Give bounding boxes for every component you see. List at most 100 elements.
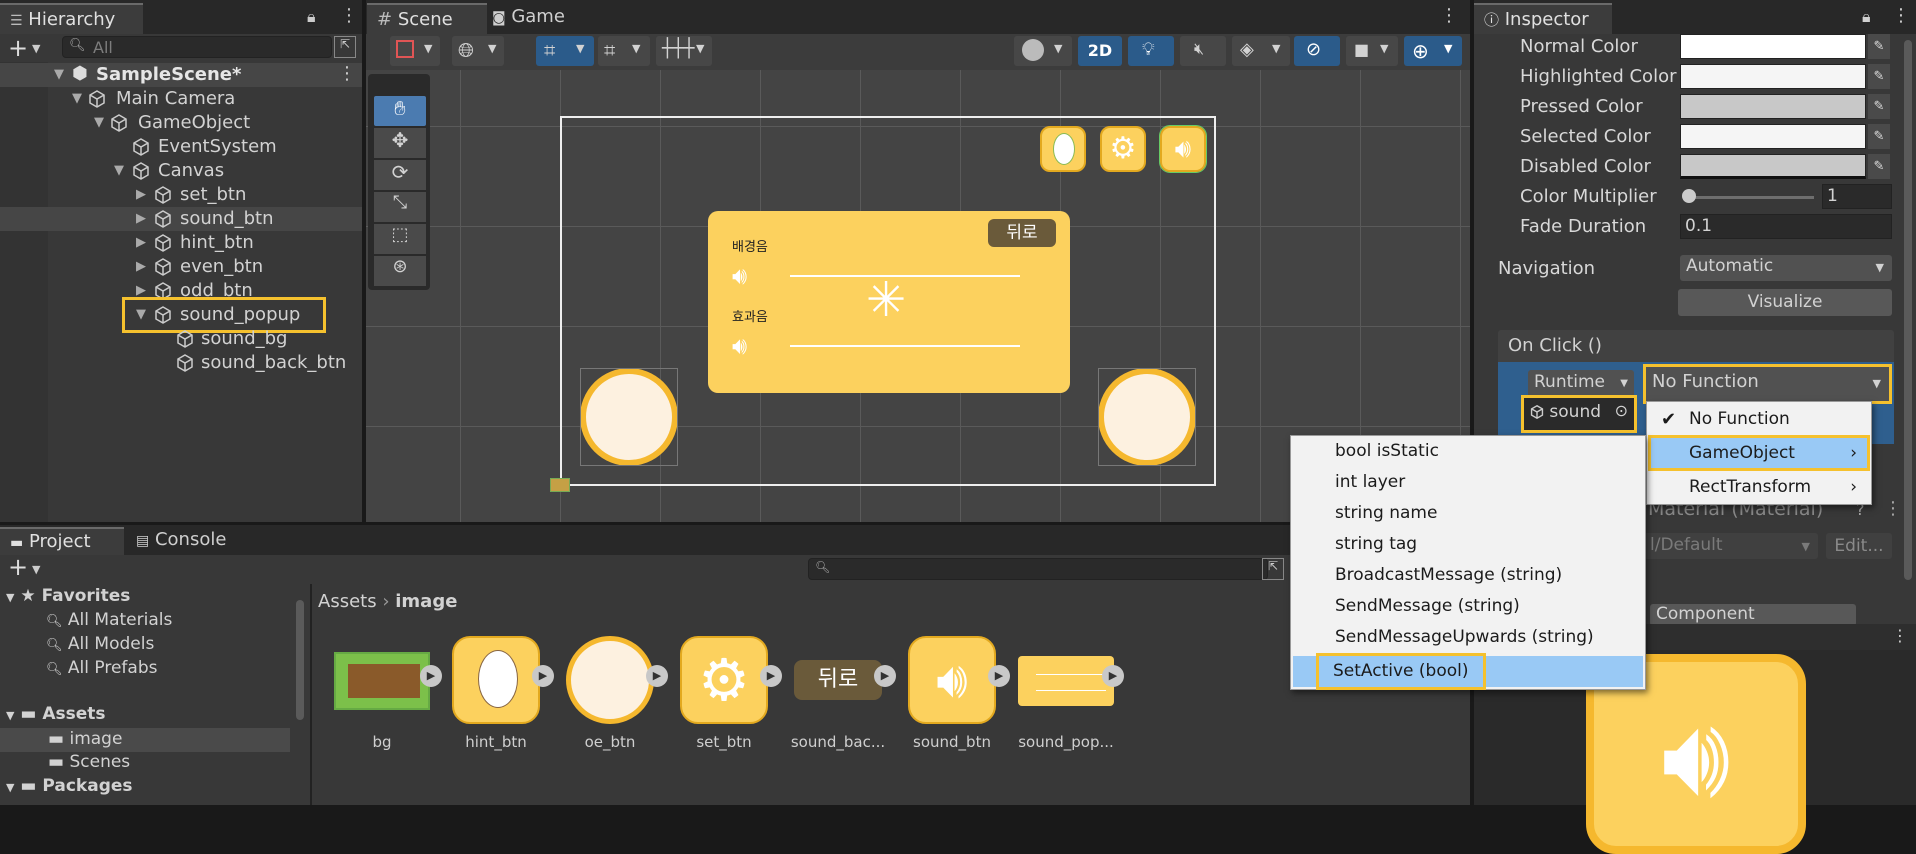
scene-more-icon[interactable]: ⋮ <box>1440 5 1458 26</box>
asset-hint-btn-thumb[interactable] <box>452 636 540 724</box>
2d-toggle-button[interactable]: 2D <box>1078 36 1122 66</box>
breadcrumb-image[interactable]: image <box>395 591 457 612</box>
scene-row[interactable]: ▼ ⬢ SampleScene* ⋮ <box>0 63 362 87</box>
eyedropper-icon[interactable]: ✎ <box>1868 64 1890 89</box>
tree-item-even-btn[interactable]: ▶ even_btn <box>0 255 360 279</box>
pressed-color-field[interactable] <box>1680 94 1866 119</box>
move-tool[interactable]: ✥ <box>374 128 426 158</box>
favorites-header[interactable]: ▼ ★ Favorites <box>6 586 130 606</box>
selected-color-field[interactable] <box>1680 124 1866 149</box>
expand-asset-icon[interactable]: ▶ <box>988 665 1010 687</box>
add-component-button[interactable]: Component <box>1650 604 1856 626</box>
scenes-folder[interactable]: ▬ Scenes <box>48 752 130 772</box>
tree-item-sound-btn[interactable]: ▶ sound_btn <box>0 207 362 231</box>
menu-item-setactive[interactable]: SetActive (bool) <box>1316 653 1486 690</box>
gizmos-button[interactable]: ⊕ ▼ <box>1404 36 1462 66</box>
settings-button-preview[interactable]: ⚙︎ <box>1100 126 1146 172</box>
camera-button[interactable]: ■ ▼ <box>1346 36 1398 66</box>
tree-item-sound-popup[interactable]: ▼ sound_popup <box>0 303 360 327</box>
favorite-item[interactable]: 🔍︎ All Materials <box>46 610 172 630</box>
expand-arrow-icon[interactable]: ▼ <box>72 91 82 106</box>
tree-item-main-camera[interactable]: ▼ Main Camera <box>0 87 360 111</box>
expand-arrow-icon[interactable]: ▼ <box>94 115 104 130</box>
folder-tree-scrollbar[interactable] <box>296 600 304 720</box>
tree-item-set-btn[interactable]: ▶ set_btn <box>0 183 360 207</box>
favorite-item[interactable]: 🔍︎ All Models <box>46 634 154 654</box>
favorite-item[interactable]: 🔍︎ All Prefabs <box>46 658 157 678</box>
expand-arrow-icon[interactable]: ▶ <box>136 187 146 202</box>
hand-tool[interactable]: ✋︎ <box>374 96 426 126</box>
chevron-down-icon[interactable]: ▼ <box>32 563 40 576</box>
packages-folder[interactable]: ▼ ▬ Packages <box>6 776 133 796</box>
tab-game[interactable]: ◙ Game <box>492 6 565 27</box>
edit-shader-button[interactable]: Edit... <box>1826 533 1892 559</box>
tab-scene[interactable]: # Scene <box>367 3 487 34</box>
expand-arrow-icon[interactable]: ▼ <box>136 307 146 322</box>
image-folder[interactable]: ▬ image <box>48 729 122 749</box>
color-multiplier-input[interactable]: 1 <box>1822 184 1892 209</box>
popup-back-button[interactable]: 뒤로 <box>988 219 1056 247</box>
navigation-dropdown[interactable]: Automatic ▼ <box>1680 255 1892 281</box>
tab-inspector[interactable]: ⓘ Inspector <box>1474 3 1612 34</box>
tree-item-eventsystem[interactable]: EventSystem <box>0 135 360 159</box>
draw-mode-button[interactable]: ▼ <box>390 36 440 66</box>
sound-button-preview[interactable]: 🔊︎ <box>1159 125 1207 173</box>
visibility-button[interactable]: ⊘ <box>1294 36 1340 66</box>
menu-item-gameobject[interactable]: GameObject › <box>1648 435 1870 471</box>
tree-item-canvas[interactable]: ▼ Canvas <box>0 159 360 183</box>
expand-arrow-icon[interactable]: ▶ <box>136 283 146 298</box>
more-menu-icon[interactable]: ⋮ <box>340 5 358 26</box>
menu-item-layer[interactable]: int layer <box>1291 467 1645 498</box>
preview-more-icon[interactable]: ⋮ <box>1892 626 1908 645</box>
expand-asset-icon[interactable]: ▶ <box>646 665 668 687</box>
search-options-icon[interactable]: ⇱ <box>1262 558 1284 580</box>
expand-arrow-icon[interactable]: ▼ <box>54 67 64 82</box>
slider-thumb[interactable] <box>1682 189 1696 203</box>
normal-color-field[interactable] <box>1680 34 1866 59</box>
transform-tool[interactable]: ⊛ <box>374 256 426 286</box>
menu-item-sendmessage[interactable]: SendMessage (string) <box>1291 591 1645 622</box>
eyedropper-icon[interactable]: ✎ <box>1868 34 1890 59</box>
inspector-scrollbar[interactable] <box>1904 40 1912 580</box>
color-multiplier-slider[interactable] <box>1686 196 1814 199</box>
menu-item-isstatic[interactable]: bool isStatic <box>1291 436 1645 467</box>
hierarchy-search-input[interactable]: 🔍︎ All <box>62 36 332 58</box>
expand-asset-icon[interactable]: ▶ <box>760 665 782 687</box>
expand-arrow-icon[interactable]: ▶ <box>136 259 146 274</box>
rect-tool[interactable]: ⬚ <box>374 224 426 254</box>
tree-item-sound-back-btn[interactable]: sound_back_btn <box>0 351 360 375</box>
asset-oe-btn-thumb[interactable] <box>566 636 654 724</box>
runtime-dropdown[interactable]: Runtime ▼ <box>1528 370 1634 398</box>
ruler-button[interactable]: ┼┼┼ ▼ <box>656 36 712 66</box>
project-add-icon[interactable]: + <box>8 553 28 581</box>
tree-item-hint-btn[interactable]: ▶ hint_btn <box>0 231 360 255</box>
scale-tool[interactable]: ⤡ <box>374 192 426 222</box>
visualize-button[interactable]: Visualize <box>1678 289 1892 316</box>
inspector-more-icon[interactable]: ⋮ <box>1892 5 1910 26</box>
add-icon[interactable]: + <box>8 34 28 62</box>
asset-set-btn-thumb[interactable]: ⚙︎ <box>680 636 768 724</box>
lock-icon[interactable]: 🔒︎ <box>307 7 316 27</box>
menu-item-recttransform[interactable]: RectTransform › <box>1647 472 1871 503</box>
tab-hierarchy[interactable]: ☰ Hierarchy <box>0 3 143 34</box>
expand-asset-icon[interactable]: ▶ <box>1102 665 1124 687</box>
lighting-button[interactable]: 💡︎ <box>1128 36 1174 66</box>
expand-asset-icon[interactable]: ▶ <box>532 665 554 687</box>
audio-button[interactable]: 🔇︎ <box>1180 36 1226 66</box>
menu-item-broadcastmessage[interactable]: BroadcastMessage (string) <box>1291 560 1645 591</box>
target-object-field[interactable]: sound ⊙ <box>1521 395 1637 433</box>
global-button[interactable]: 🌐︎ ▼ <box>452 36 504 66</box>
function-dropdown[interactable]: No Function ▼ <box>1643 364 1892 404</box>
tab-project[interactable]: ▬ Project <box>0 527 124 555</box>
expand-asset-icon[interactable]: ▶ <box>420 665 442 687</box>
menu-item-sendmessageupwards[interactable]: SendMessageUpwards (string) <box>1291 622 1645 653</box>
shader-dropdown[interactable]: l/Default ▼ <box>1644 533 1818 559</box>
rotate-tool[interactable]: ⟳ <box>374 160 426 190</box>
expand-arrow-icon[interactable]: ▼ <box>114 163 124 178</box>
fade-duration-input[interactable]: 0.1 <box>1680 214 1892 239</box>
highlighted-color-field[interactable] <box>1680 64 1866 89</box>
effects-button[interactable]: ◈ ▼ <box>1232 36 1290 66</box>
increment-snap-button[interactable]: ⌗ ▼ <box>598 36 650 66</box>
asset-bg-thumb[interactable] <box>334 652 430 710</box>
chevron-down-icon[interactable]: ▼ <box>32 42 40 55</box>
